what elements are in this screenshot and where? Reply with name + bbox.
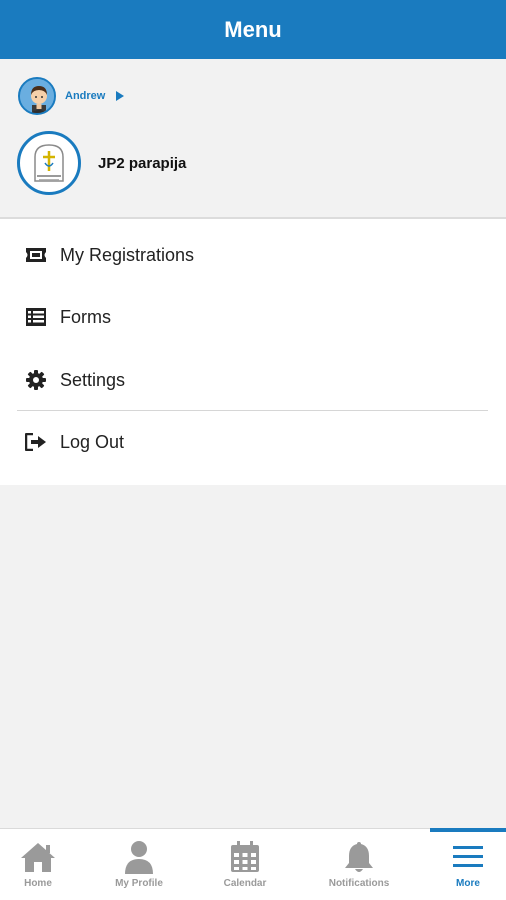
calendar-icon xyxy=(230,840,260,874)
menu-item-label: My Registrations xyxy=(60,244,195,265)
menu-item-forms[interactable]: Forms xyxy=(0,286,506,348)
list-icon xyxy=(25,306,47,328)
tab-my-profile[interactable]: My Profile xyxy=(101,829,177,900)
profile-area: Andrew JP2 parapija xyxy=(0,59,506,217)
bottom-tab-bar: Home My Profile Calendar Notifications M… xyxy=(0,828,506,900)
app-header: Menu xyxy=(0,0,506,59)
avatar xyxy=(18,77,56,115)
tab-label: Notifications xyxy=(328,878,390,889)
active-tab-indicator xyxy=(430,828,506,832)
menu-item-label: Log Out xyxy=(60,431,125,452)
tab-label: More xyxy=(456,878,480,889)
ticket-icon xyxy=(25,244,47,266)
home-icon xyxy=(19,840,57,874)
organization-name[interactable]: JP2 parapija xyxy=(98,155,186,172)
organization-row[interactable]: JP2 parapija xyxy=(17,131,186,195)
play-arrow-icon[interactable] xyxy=(116,91,125,101)
tab-label: Home xyxy=(24,878,52,889)
menu-item-label: Forms xyxy=(60,306,111,327)
tab-label: Calendar xyxy=(223,878,267,889)
menu-item-log-out[interactable]: Log Out xyxy=(0,411,506,473)
menu-item-my-registrations[interactable]: My Registrations xyxy=(0,224,506,286)
menu-item-label: Settings xyxy=(60,369,126,390)
tab-calendar[interactable]: Calendar xyxy=(207,829,283,900)
logout-icon xyxy=(25,431,47,453)
tab-notifications[interactable]: Notifications xyxy=(315,829,403,900)
person-icon xyxy=(123,840,155,874)
menu-list: My Registrations Forms Settings Log Out xyxy=(0,219,506,485)
tab-label: My Profile xyxy=(115,878,163,889)
gear-icon xyxy=(25,369,47,391)
page-title: Menu xyxy=(224,16,282,42)
menu-item-settings[interactable]: Settings xyxy=(0,349,506,411)
tab-home[interactable]: Home xyxy=(0,829,76,900)
bell-icon xyxy=(344,840,374,874)
user-profile-link[interactable]: Andrew xyxy=(18,77,125,115)
user-name[interactable]: Andrew xyxy=(65,90,105,102)
organization-logo xyxy=(17,131,81,195)
hamburger-icon xyxy=(452,840,484,874)
tab-more[interactable]: More xyxy=(430,829,506,900)
